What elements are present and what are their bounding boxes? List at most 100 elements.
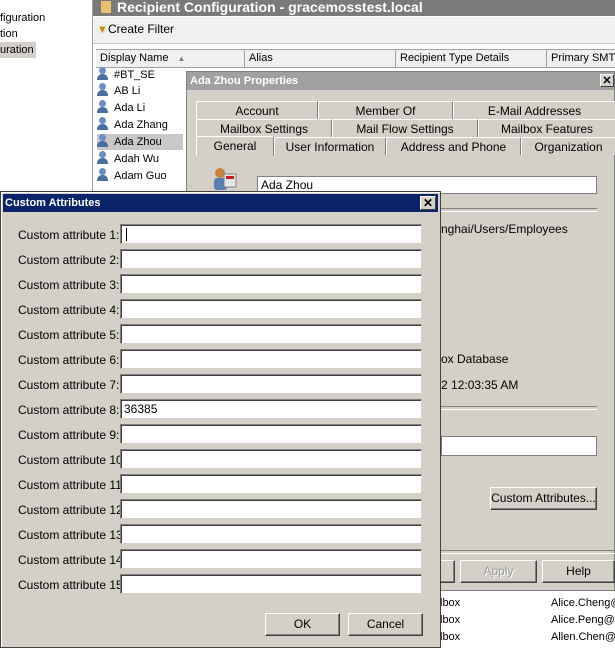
tab-mail-flow-settings[interactable]: Mail Flow Settings xyxy=(332,119,478,137)
tab-general[interactable]: General xyxy=(196,136,274,156)
list-item[interactable]: Adah Wu xyxy=(97,151,159,167)
custom-attribute-11-label: Custom attribute 11: xyxy=(18,478,126,492)
properties-dialog-title: Ada Zhou Properties xyxy=(190,75,299,87)
custom-attribute-4-label: Custom attribute 4: xyxy=(18,303,120,317)
list-item-name: AB Li xyxy=(114,85,141,97)
list-item-name: Adam Guo xyxy=(114,170,167,182)
close-icon[interactable]: ✕ xyxy=(600,74,614,87)
recipient-configuration-icon xyxy=(101,1,111,13)
table-row[interactable]: lbox Alice.Peng@c xyxy=(440,611,615,629)
user-mailbox-icon xyxy=(97,67,112,80)
custom-attributes-button[interactable]: Custom Attributes... xyxy=(490,487,597,510)
column-header-display-name[interactable]: Display Name ▲ xyxy=(96,50,245,67)
column-header-alias[interactable]: Alias xyxy=(245,50,396,67)
list-item-name: Adah Wu xyxy=(114,153,160,165)
custom-attribute-9-label: Custom attribute 9: xyxy=(18,428,120,442)
user-mailbox-icon xyxy=(97,117,112,130)
tab-email-addresses[interactable]: E-Mail Addresses xyxy=(453,101,615,119)
custom-attribute-2-field[interactable] xyxy=(120,249,422,269)
alias-field[interactable] xyxy=(441,436,597,456)
tab-mailbox-features[interactable]: Mailbox Features xyxy=(478,119,615,137)
tree-item-configuration[interactable]: figuration xyxy=(0,10,45,26)
custom-attribute-15-field[interactable] xyxy=(120,574,422,594)
filter-icon: ▼ xyxy=(97,24,108,36)
mailbox-user-icon xyxy=(214,168,237,190)
custom-attribute-8-label: Custom attribute 8: xyxy=(18,403,120,417)
tab-address-and-phone[interactable]: Address and Phone xyxy=(386,137,521,155)
user-mailbox-icon xyxy=(97,83,112,96)
sort-ascending-icon: ▲ xyxy=(177,54,186,63)
custom-attribute-8-field[interactable]: 36385 xyxy=(120,399,422,419)
custom-attribute-1-label: Custom attribute 1: xyxy=(18,228,120,242)
custom-attribute-5-field[interactable] xyxy=(120,324,422,344)
custom-attribute-7-field[interactable] xyxy=(120,374,422,394)
custom-attribute-6-field[interactable] xyxy=(120,349,422,369)
column-header-recipient-type-details[interactable]: Recipient Type Details xyxy=(396,50,547,67)
ok-button-partial[interactable] xyxy=(441,560,455,583)
recipient-type-cell: lbox xyxy=(440,631,461,643)
tab-user-information[interactable]: User Information xyxy=(274,137,386,155)
list-item-name: Ada Zhou xyxy=(114,136,162,148)
list-item-name: #BT_SE xyxy=(114,69,155,81)
custom-attribute-4-field[interactable] xyxy=(120,299,422,319)
modified-time-value: 2 12:03:35 AM xyxy=(441,378,519,392)
text-cursor xyxy=(126,228,127,241)
properties-dialog-title-bar: Ada Zhou Properties ✕ xyxy=(187,72,614,90)
list-item[interactable]: AB Li xyxy=(97,83,140,99)
custom-attribute-2-label: Custom attribute 2: xyxy=(18,253,120,267)
help-button[interactable]: Help xyxy=(542,560,615,583)
tab-organization[interactable]: Organization xyxy=(521,137,615,155)
custom-attribute-9-field[interactable] xyxy=(120,424,422,444)
apply-button[interactable]: Apply xyxy=(460,560,537,583)
column-header-label: Display Name xyxy=(100,52,169,64)
primary-smtp-cell: Allen.Chen@ xyxy=(551,631,615,643)
result-pane-title: Recipient Configuration - gracemosstest.… xyxy=(117,0,423,15)
recipient-type-cell: lbox xyxy=(440,597,461,609)
cancel-button[interactable]: Cancel xyxy=(348,613,423,636)
tree-item-recipient-configuration[interactable]: uration xyxy=(0,42,36,58)
user-mailbox-icon xyxy=(97,100,112,113)
list-item[interactable]: #BT_SE xyxy=(97,67,155,83)
close-icon[interactable]: ✕ xyxy=(420,196,436,210)
list-item-name: Ada Zhang xyxy=(114,119,168,131)
list-item-name: Ada Li xyxy=(114,102,146,114)
recipient-type-cell: lbox xyxy=(440,614,461,626)
list-item-selected[interactable]: Ada Zhou xyxy=(97,134,183,150)
custom-attribute-1-field[interactable] xyxy=(120,224,422,244)
user-mailbox-icon xyxy=(97,134,112,147)
primary-smtp-cell: Alice.Peng@c xyxy=(551,614,615,626)
custom-attribute-12-label: Custom attribute 12: xyxy=(18,503,127,517)
custom-attribute-14-label: Custom attribute 14: xyxy=(18,553,127,567)
ok-button[interactable]: OK xyxy=(265,613,340,636)
create-filter-button[interactable]: ▼Create Filter xyxy=(97,22,174,36)
custom-attributes-title: Custom Attributes xyxy=(5,197,101,209)
custom-attribute-12-field[interactable] xyxy=(120,499,422,519)
custom-attribute-11-field[interactable] xyxy=(120,474,422,494)
custom-attribute-3-field[interactable] xyxy=(120,274,422,294)
custom-attribute-7-label: Custom attribute 7: xyxy=(18,378,120,392)
table-row[interactable]: lbox Alice.Cheng@ xyxy=(440,594,615,612)
table-row[interactable]: lbox Allen.Chen@ xyxy=(440,628,615,646)
mailbox-database-value: ox Database xyxy=(441,352,509,366)
custom-attribute-6-label: Custom attribute 6: xyxy=(18,353,120,367)
tab-account[interactable]: Account xyxy=(196,101,318,119)
filter-toolbar: ▼Create Filter xyxy=(93,17,615,44)
custom-attribute-10-field[interactable] xyxy=(120,449,422,469)
custom-attribute-13-field[interactable] xyxy=(120,524,422,544)
tree-item-configuration-2[interactable]: tion xyxy=(0,26,18,42)
custom-attributes-dialog: Custom Attributes ✕ Custom attribute 1: … xyxy=(0,191,441,648)
user-mailbox-icon xyxy=(97,151,112,164)
tab-member-of[interactable]: Member Of xyxy=(318,101,453,119)
list-item[interactable]: Adam Guo xyxy=(97,168,167,184)
list-item[interactable]: Ada Zhang xyxy=(97,117,168,133)
list-item[interactable]: Ada Li xyxy=(97,100,145,116)
create-filter-label: Create Filter xyxy=(108,22,175,36)
list-header: Display Name ▲ Alias Recipient Type Deta… xyxy=(96,49,615,68)
result-pane-title-bar: Recipient Configuration - gracemosstest.… xyxy=(93,0,615,16)
custom-attribute-14-field[interactable] xyxy=(120,549,422,569)
column-header-primary-smtp[interactable]: Primary SMTP xyxy=(547,50,615,67)
tab-mailbox-settings[interactable]: Mailbox Settings xyxy=(196,119,332,137)
divider xyxy=(441,406,597,410)
custom-attribute-15-label: Custom attribute 15: xyxy=(18,578,127,592)
divider xyxy=(441,208,597,212)
